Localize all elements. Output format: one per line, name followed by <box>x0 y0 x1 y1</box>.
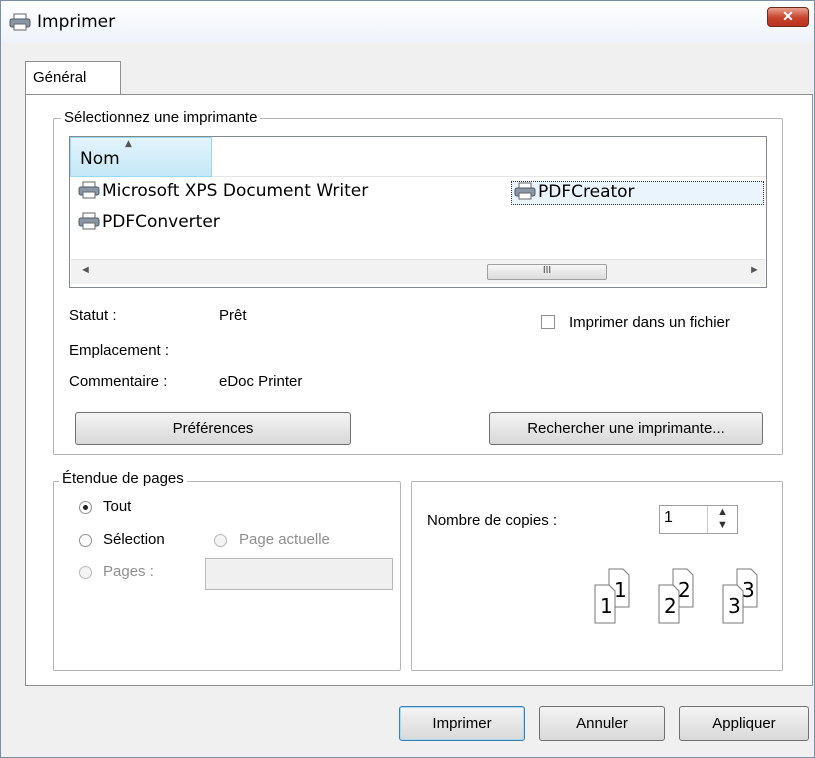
printer-icon <box>78 181 100 199</box>
collate-page-number: 2 <box>664 594 677 618</box>
column-header-name[interactable]: ▲ Nom <box>70 137 212 177</box>
comment-label: Commentaire : <box>69 373 168 390</box>
window-title: Imprimer <box>37 12 116 32</box>
printer-item-pdfcreator[interactable]: PDFCreator <box>511 181 764 205</box>
page-range-legend: Étendue de pages <box>59 470 187 487</box>
radio-pages[interactable] <box>79 566 92 579</box>
print-dialog: Imprimer ✕ Général Sélectionnez une impr… <box>0 0 815 758</box>
close-icon: ✕ <box>782 8 794 24</box>
column-header-filler <box>212 137 766 177</box>
printer-group-legend: Sélectionnez une imprimante <box>61 109 261 126</box>
spin-down-icon[interactable]: ▼ <box>708 519 737 532</box>
radio-current-page-label[interactable]: Page actuelle <box>239 531 330 548</box>
scroll-thumb[interactable]: III <box>487 264 607 280</box>
scroll-right-icon[interactable]: ► <box>749 264 760 276</box>
find-printer-button[interactable]: Rechercher une imprimante... <box>489 412 763 445</box>
radio-current-page[interactable] <box>214 534 227 547</box>
collate-page-number: 3 <box>742 578 755 602</box>
comment-value: eDoc Printer <box>219 373 303 390</box>
printer-icon <box>514 182 536 200</box>
apply-button-label: Appliquer <box>712 715 776 732</box>
print-to-file-label[interactable]: Imprimer dans un fichier <box>569 314 730 331</box>
copies-input-value: 1 <box>664 509 673 526</box>
location-label: Emplacement : <box>69 342 170 359</box>
sort-ascending-icon: ▲ <box>125 139 132 149</box>
print-to-file-text: Imprimer dans un fichier <box>569 314 730 331</box>
cancel-button-label: Annuler <box>576 715 628 732</box>
status-value: Prêt <box>219 307 247 324</box>
printer-name: PDFCreator <box>538 182 635 202</box>
printer-item-xps[interactable]: Microsoft XPS Document Writer <box>76 181 370 205</box>
collate-preview: 1 1 2 2 3 3 <box>594 568 758 624</box>
radio-all[interactable] <box>79 501 92 514</box>
collate-page-number: 1 <box>614 578 627 602</box>
spin-up-icon[interactable]: ▲ <box>708 506 737 519</box>
copies-spinner[interactable]: ▲ ▼ <box>707 506 737 533</box>
preferences-button-label: Préférences <box>172 420 254 437</box>
scroll-left-icon[interactable]: ◄ <box>80 264 91 276</box>
pages-input[interactable] <box>205 558 393 590</box>
status-label: Statut : <box>69 307 117 324</box>
print-button-label: Imprimer <box>432 715 492 732</box>
printer-item-pdfconverter[interactable]: PDFConverter <box>76 212 222 236</box>
radio-selection[interactable] <box>79 534 92 547</box>
column-header-label: Nom <box>80 149 120 169</box>
printer-icon <box>78 212 100 230</box>
printer-name: Microsoft XPS Document Writer <box>102 181 369 201</box>
scroll-thumb-grip: III <box>542 265 552 276</box>
tab-general-label: Général <box>33 69 87 86</box>
horizontal-scrollbar[interactable]: ◄ III ► <box>71 259 765 284</box>
title-bar[interactable]: Imprimer ✕ <box>1 1 814 43</box>
print-to-file-checkbox[interactable] <box>541 315 555 329</box>
collate-page-number: 2 <box>678 578 691 602</box>
radio-all-label[interactable]: Tout <box>103 498 131 515</box>
cancel-button[interactable]: Annuler <box>539 706 665 741</box>
printer-list[interactable]: ▲ Nom Microsoft XPS Document Writer PDFC… <box>69 136 767 288</box>
copies-label: Nombre de copies : <box>427 512 558 529</box>
apply-button[interactable]: Appliquer <box>679 706 809 741</box>
collate-page-number: 1 <box>600 594 613 618</box>
print-button[interactable]: Imprimer <box>399 706 525 741</box>
printer-icon <box>9 13 31 31</box>
collate-page-number: 3 <box>728 594 741 618</box>
close-button[interactable]: ✕ <box>767 7 809 27</box>
find-printer-button-label: Rechercher une imprimante... <box>527 420 725 437</box>
preferences-button[interactable]: Préférences <box>75 412 351 445</box>
tab-general[interactable]: Général <box>25 61 121 95</box>
printer-name: PDFConverter <box>102 212 220 232</box>
radio-selection-label[interactable]: Sélection <box>103 531 165 548</box>
radio-pages-label[interactable]: Pages : <box>103 563 154 580</box>
